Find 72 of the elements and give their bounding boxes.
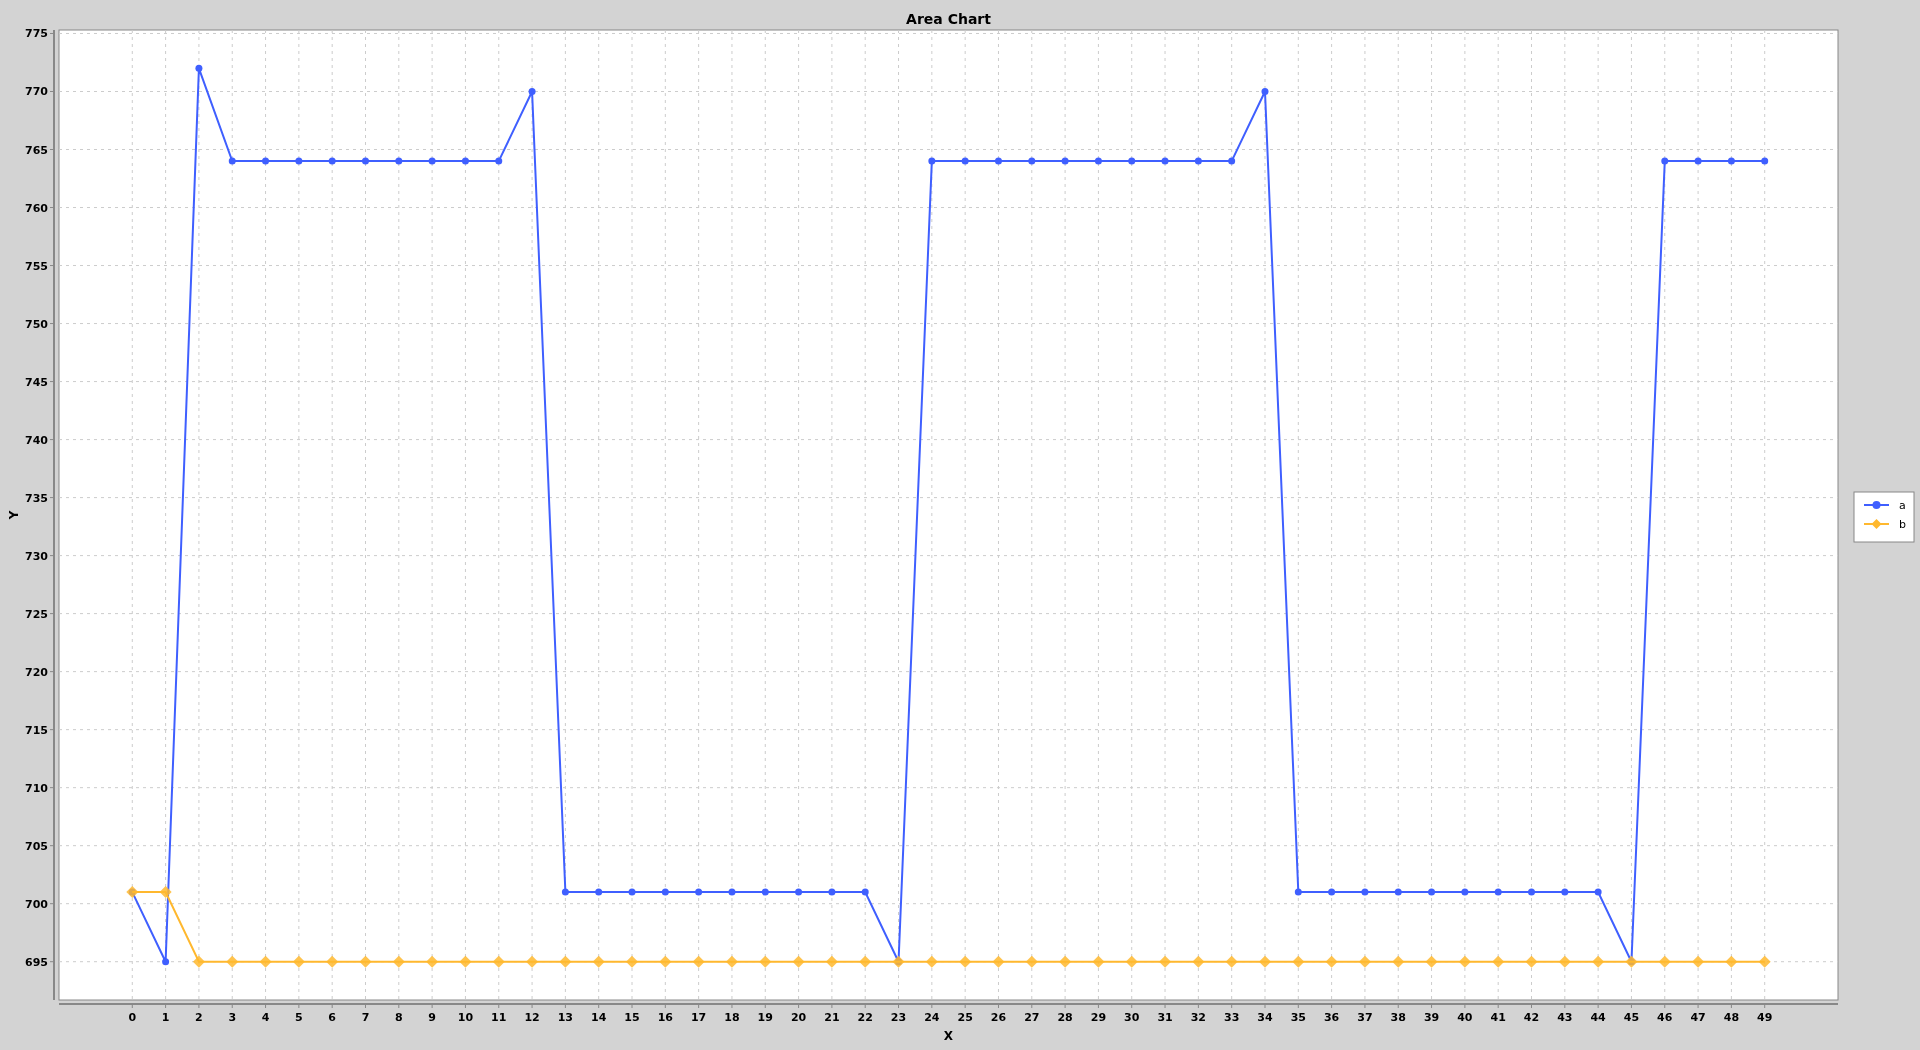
x-tick-label: 17 bbox=[691, 1011, 707, 1024]
x-tick-label: 18 bbox=[724, 1011, 740, 1024]
x-tick-label: 14 bbox=[591, 1011, 607, 1024]
x-tick-label: 37 bbox=[1357, 1011, 1373, 1024]
y-axis-label: Y bbox=[7, 510, 21, 520]
x-tick-label: 26 bbox=[990, 1011, 1007, 1024]
x-tick-label: 19 bbox=[757, 1011, 773, 1024]
x-tick-label: 13 bbox=[557, 1011, 574, 1024]
x-tick-label: 47 bbox=[1690, 1011, 1706, 1024]
y-tick-label: 705 bbox=[25, 839, 48, 853]
x-tick-label: 35 bbox=[1290, 1011, 1306, 1024]
x-tick-label: 9 bbox=[428, 1011, 436, 1024]
x-tick-label: 38 bbox=[1390, 1011, 1406, 1024]
x-tick-label: 40 bbox=[1457, 1011, 1473, 1024]
x-tick-label: 20 bbox=[790, 1011, 807, 1024]
x-tick-label: 30 bbox=[1124, 1011, 1140, 1024]
y-tick-label: 750 bbox=[25, 317, 48, 331]
x-tick-label: 22 bbox=[857, 1011, 873, 1024]
y-tick-label: 695 bbox=[25, 955, 48, 969]
x-tick-label: 29 bbox=[1090, 1011, 1107, 1024]
x-tick-label: 21 bbox=[824, 1011, 840, 1024]
x-axis-label: X bbox=[943, 1029, 954, 1043]
y-tick-label: 725 bbox=[25, 607, 48, 621]
x-tick-label: 27 bbox=[1024, 1011, 1040, 1024]
x-tick-label: 48 bbox=[1723, 1011, 1740, 1024]
x-tick-label: 33 bbox=[1224, 1011, 1240, 1024]
x-tick-label: 0 bbox=[128, 1011, 137, 1024]
x-tick-label: 36 bbox=[1323, 1011, 1340, 1024]
y-tick-label: 775 bbox=[25, 27, 48, 41]
x-tick-label: 1 bbox=[161, 1011, 170, 1024]
x-tick-label: 28 bbox=[1057, 1011, 1073, 1024]
y-tick-label: 770 bbox=[25, 85, 48, 99]
x-tick-label: 5 bbox=[295, 1011, 303, 1024]
x-tick-label: 3 bbox=[228, 1011, 237, 1024]
x-tick-label: 2 bbox=[195, 1011, 203, 1024]
y-tick-label: 745 bbox=[25, 375, 48, 389]
legend-label: b bbox=[1899, 518, 1906, 531]
y-tick-label: 700 bbox=[25, 897, 48, 911]
x-tick-label: 32 bbox=[1190, 1011, 1206, 1024]
x-tick-label: 43 bbox=[1557, 1011, 1573, 1024]
x-tick-label: 46 bbox=[1657, 1011, 1673, 1024]
x-tick-label: 41 bbox=[1490, 1011, 1506, 1024]
x-tick-label: 42 bbox=[1523, 1011, 1540, 1024]
x-tick-label: 24 bbox=[924, 1011, 940, 1024]
x-tick-label: 7 bbox=[361, 1011, 370, 1024]
x-tick-label: 4 bbox=[261, 1011, 270, 1024]
y-tick-label: 730 bbox=[25, 549, 48, 563]
x-tick-label: 15 bbox=[624, 1011, 640, 1024]
x-tick-label: 49 bbox=[1757, 1011, 1773, 1024]
x-tick-label: 39 bbox=[1423, 1011, 1440, 1024]
x-tick-label: 23 bbox=[890, 1011, 907, 1024]
x-tick-label: 44 bbox=[1590, 1011, 1606, 1024]
x-tick-label: 6 bbox=[328, 1011, 336, 1024]
y-tick-label: 720 bbox=[25, 665, 48, 679]
x-tick-label: 16 bbox=[657, 1011, 673, 1024]
x-tick-label: 11 bbox=[491, 1011, 507, 1024]
x-tick-label: 45 bbox=[1623, 1011, 1640, 1024]
legend-label: a bbox=[1899, 499, 1906, 512]
y-tick-label: 740 bbox=[25, 433, 48, 447]
y-tick-label: 715 bbox=[25, 723, 48, 737]
y-tick-label: 710 bbox=[25, 781, 48, 795]
x-tick-label: 25 bbox=[957, 1011, 973, 1024]
y-tick-label: 755 bbox=[25, 259, 48, 273]
y-tick-label: 765 bbox=[25, 143, 48, 157]
y-tick-label: 735 bbox=[25, 491, 48, 505]
x-tick-label: 31 bbox=[1157, 1011, 1173, 1024]
chart-title: Area Chart bbox=[906, 11, 991, 27]
x-tick-label: 8 bbox=[395, 1011, 403, 1024]
x-tick-label: 34 bbox=[1257, 1011, 1273, 1024]
x-tick-label: 10 bbox=[457, 1011, 474, 1024]
x-tick-label: 12 bbox=[524, 1011, 540, 1024]
y-tick-label: 760 bbox=[25, 201, 48, 215]
